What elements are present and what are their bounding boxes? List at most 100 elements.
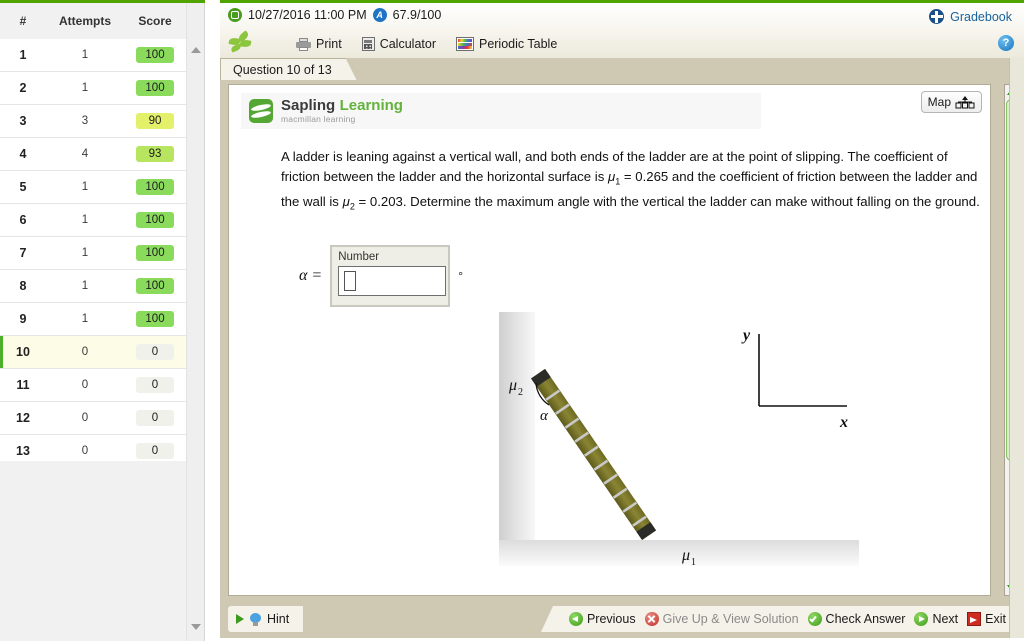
check-answer-button[interactable]: Check Answer [807, 612, 906, 626]
table-row[interactable]: 11 0 0 [0, 369, 186, 402]
score-badge: 0 [136, 443, 174, 459]
row-number: 10 [16, 345, 30, 359]
sidebar-header-row: # Attempts Score [0, 3, 186, 39]
score-badge: 0 [136, 377, 174, 393]
table-row[interactable]: 5 1 100 [0, 171, 186, 204]
row-attempts: 1 [81, 280, 89, 292]
gradebook-icon [929, 9, 945, 24]
map-label: Map [927, 95, 951, 109]
row-attempts: 1 [81, 82, 89, 94]
row-score-cell: 100 [124, 47, 186, 63]
svg-text:x: x [839, 414, 848, 431]
row-number: 4 [19, 147, 27, 161]
check-answer-label: Check Answer [825, 612, 906, 626]
score-badge: 100 [136, 80, 174, 96]
row-attempts: 0 [81, 445, 89, 457]
sapling-logo-icon [249, 99, 273, 123]
row-score-cell: 100 [124, 179, 186, 195]
brand-tagline: macmillan learning [281, 114, 356, 125]
text-caret [344, 271, 357, 291]
row-score-cell: 0 [124, 377, 186, 393]
action-bar: Hint Previous Give Up & View Solution Ch… [220, 600, 1024, 638]
row-number: 13 [16, 444, 30, 458]
give-up-label: Give Up & View Solution [662, 612, 799, 626]
svg-text:y: y [741, 327, 751, 344]
row-number: 12 [16, 411, 30, 425]
score-badge: 0 [136, 410, 174, 426]
question-list[interactable]: 1 1 100 2 1 100 3 3 90 4 4 93 5 1 100 6 1 100 7 1 100 8 1 100 9 1… [0, 39, 186, 461]
sidebar-scroll-down-icon[interactable] [191, 624, 202, 632]
grade-text: 67.9/100 [392, 8, 442, 22]
row-number: 11 [16, 378, 30, 392]
row-number: 3 [19, 114, 27, 128]
row-attempts: 1 [81, 181, 89, 193]
hint-button[interactable]: Hint [228, 606, 304, 632]
svg-text:μ: μ [508, 377, 517, 394]
score-badge: 100 [136, 311, 174, 327]
row-number: 8 [19, 279, 27, 293]
forward-arrow-icon [914, 612, 929, 626]
row-attempts: 1 [81, 214, 89, 226]
table-row[interactable]: 9 1 100 [0, 303, 186, 336]
map-button[interactable]: Map [920, 91, 982, 113]
row-attempts: 0 [81, 379, 89, 391]
score-badge: 93 [136, 146, 174, 162]
table-row[interactable]: 6 1 100 [0, 204, 186, 237]
grade-icon: A [372, 8, 387, 22]
table-row[interactable]: 13 0 0 [0, 435, 186, 461]
question-line-c: = 0.203. Determine the maximum angle wit… [354, 193, 980, 209]
row-score-cell: 90 [124, 113, 186, 129]
table-row[interactable]: 4 4 93 [0, 138, 186, 171]
give-up-button[interactable]: Give Up & View Solution [644, 612, 799, 626]
periodic-table-label: Periodic Table [478, 37, 558, 51]
next-button[interactable]: Next [914, 612, 958, 626]
answer-number-box: Number [330, 245, 451, 307]
tab-question[interactable]: Question 10 of 13 [220, 58, 357, 81]
exit-label: Exit [985, 612, 1006, 626]
question-text: A ladder is leaning against a vertical w… [281, 147, 981, 217]
calculator-icon [361, 37, 375, 51]
row-number: 6 [19, 213, 27, 227]
coordinate-axes [758, 334, 847, 407]
score-badge: 0 [136, 344, 174, 360]
back-arrow-icon [568, 612, 583, 626]
row-score-cell: 100 [124, 278, 186, 294]
help-icon[interactable]: ? [998, 35, 1014, 51]
answer-symbol: α = [299, 267, 323, 284]
top-toolbar: 10/27/2016 11:00 PM A 67.9/100 Gradebook [220, 0, 1024, 58]
table-row[interactable]: 8 1 100 [0, 270, 186, 303]
outer-scrollbar[interactable] [1009, 58, 1024, 638]
print-label: Print [316, 37, 342, 51]
row-number: 2 [19, 81, 27, 95]
periodic-table-button[interactable]: Periodic Table [455, 37, 558, 51]
row-score-cell: 0 [124, 344, 186, 360]
answer-input[interactable] [338, 266, 447, 296]
svg-text:μ: μ [681, 547, 690, 564]
row-score-cell: 100 [124, 311, 186, 327]
action-buttons: Previous Give Up & View Solution Check A… [540, 606, 1014, 632]
table-row[interactable]: 10 0 0 [0, 336, 186, 369]
previous-label: Previous [586, 612, 636, 626]
row-attempts: 0 [81, 346, 89, 358]
calculator-label: Calculator [379, 37, 436, 51]
print-button[interactable]: Print [296, 37, 342, 51]
sidebar-scroll-up-icon[interactable] [191, 47, 202, 55]
previous-button[interactable]: Previous [568, 612, 636, 626]
score-badge: 90 [136, 113, 174, 129]
calculator-button[interactable]: Calculator [361, 37, 436, 51]
score-badge: 100 [136, 47, 174, 63]
table-row[interactable]: 1 1 100 [0, 39, 186, 72]
due-date-text: 10/27/2016 11:00 PM [248, 8, 367, 22]
sidebar-scrollbar[interactable] [186, 3, 205, 641]
play-triangle-icon [236, 614, 244, 624]
table-row[interactable]: 2 1 100 [0, 72, 186, 105]
gradebook-link[interactable]: Gradebook [929, 9, 1012, 24]
exit-button[interactable]: Exit [967, 612, 1006, 626]
cancel-icon [644, 612, 659, 626]
table-row[interactable]: 7 1 100 [0, 237, 186, 270]
main-pane: 10/27/2016 11:00 PM A 67.9/100 Gradebook [205, 0, 1024, 638]
hint-label: Hint [267, 612, 290, 626]
row-attempts: 4 [81, 148, 89, 160]
table-row[interactable]: 3 3 90 [0, 105, 186, 138]
table-row[interactable]: 12 0 0 [0, 402, 186, 435]
